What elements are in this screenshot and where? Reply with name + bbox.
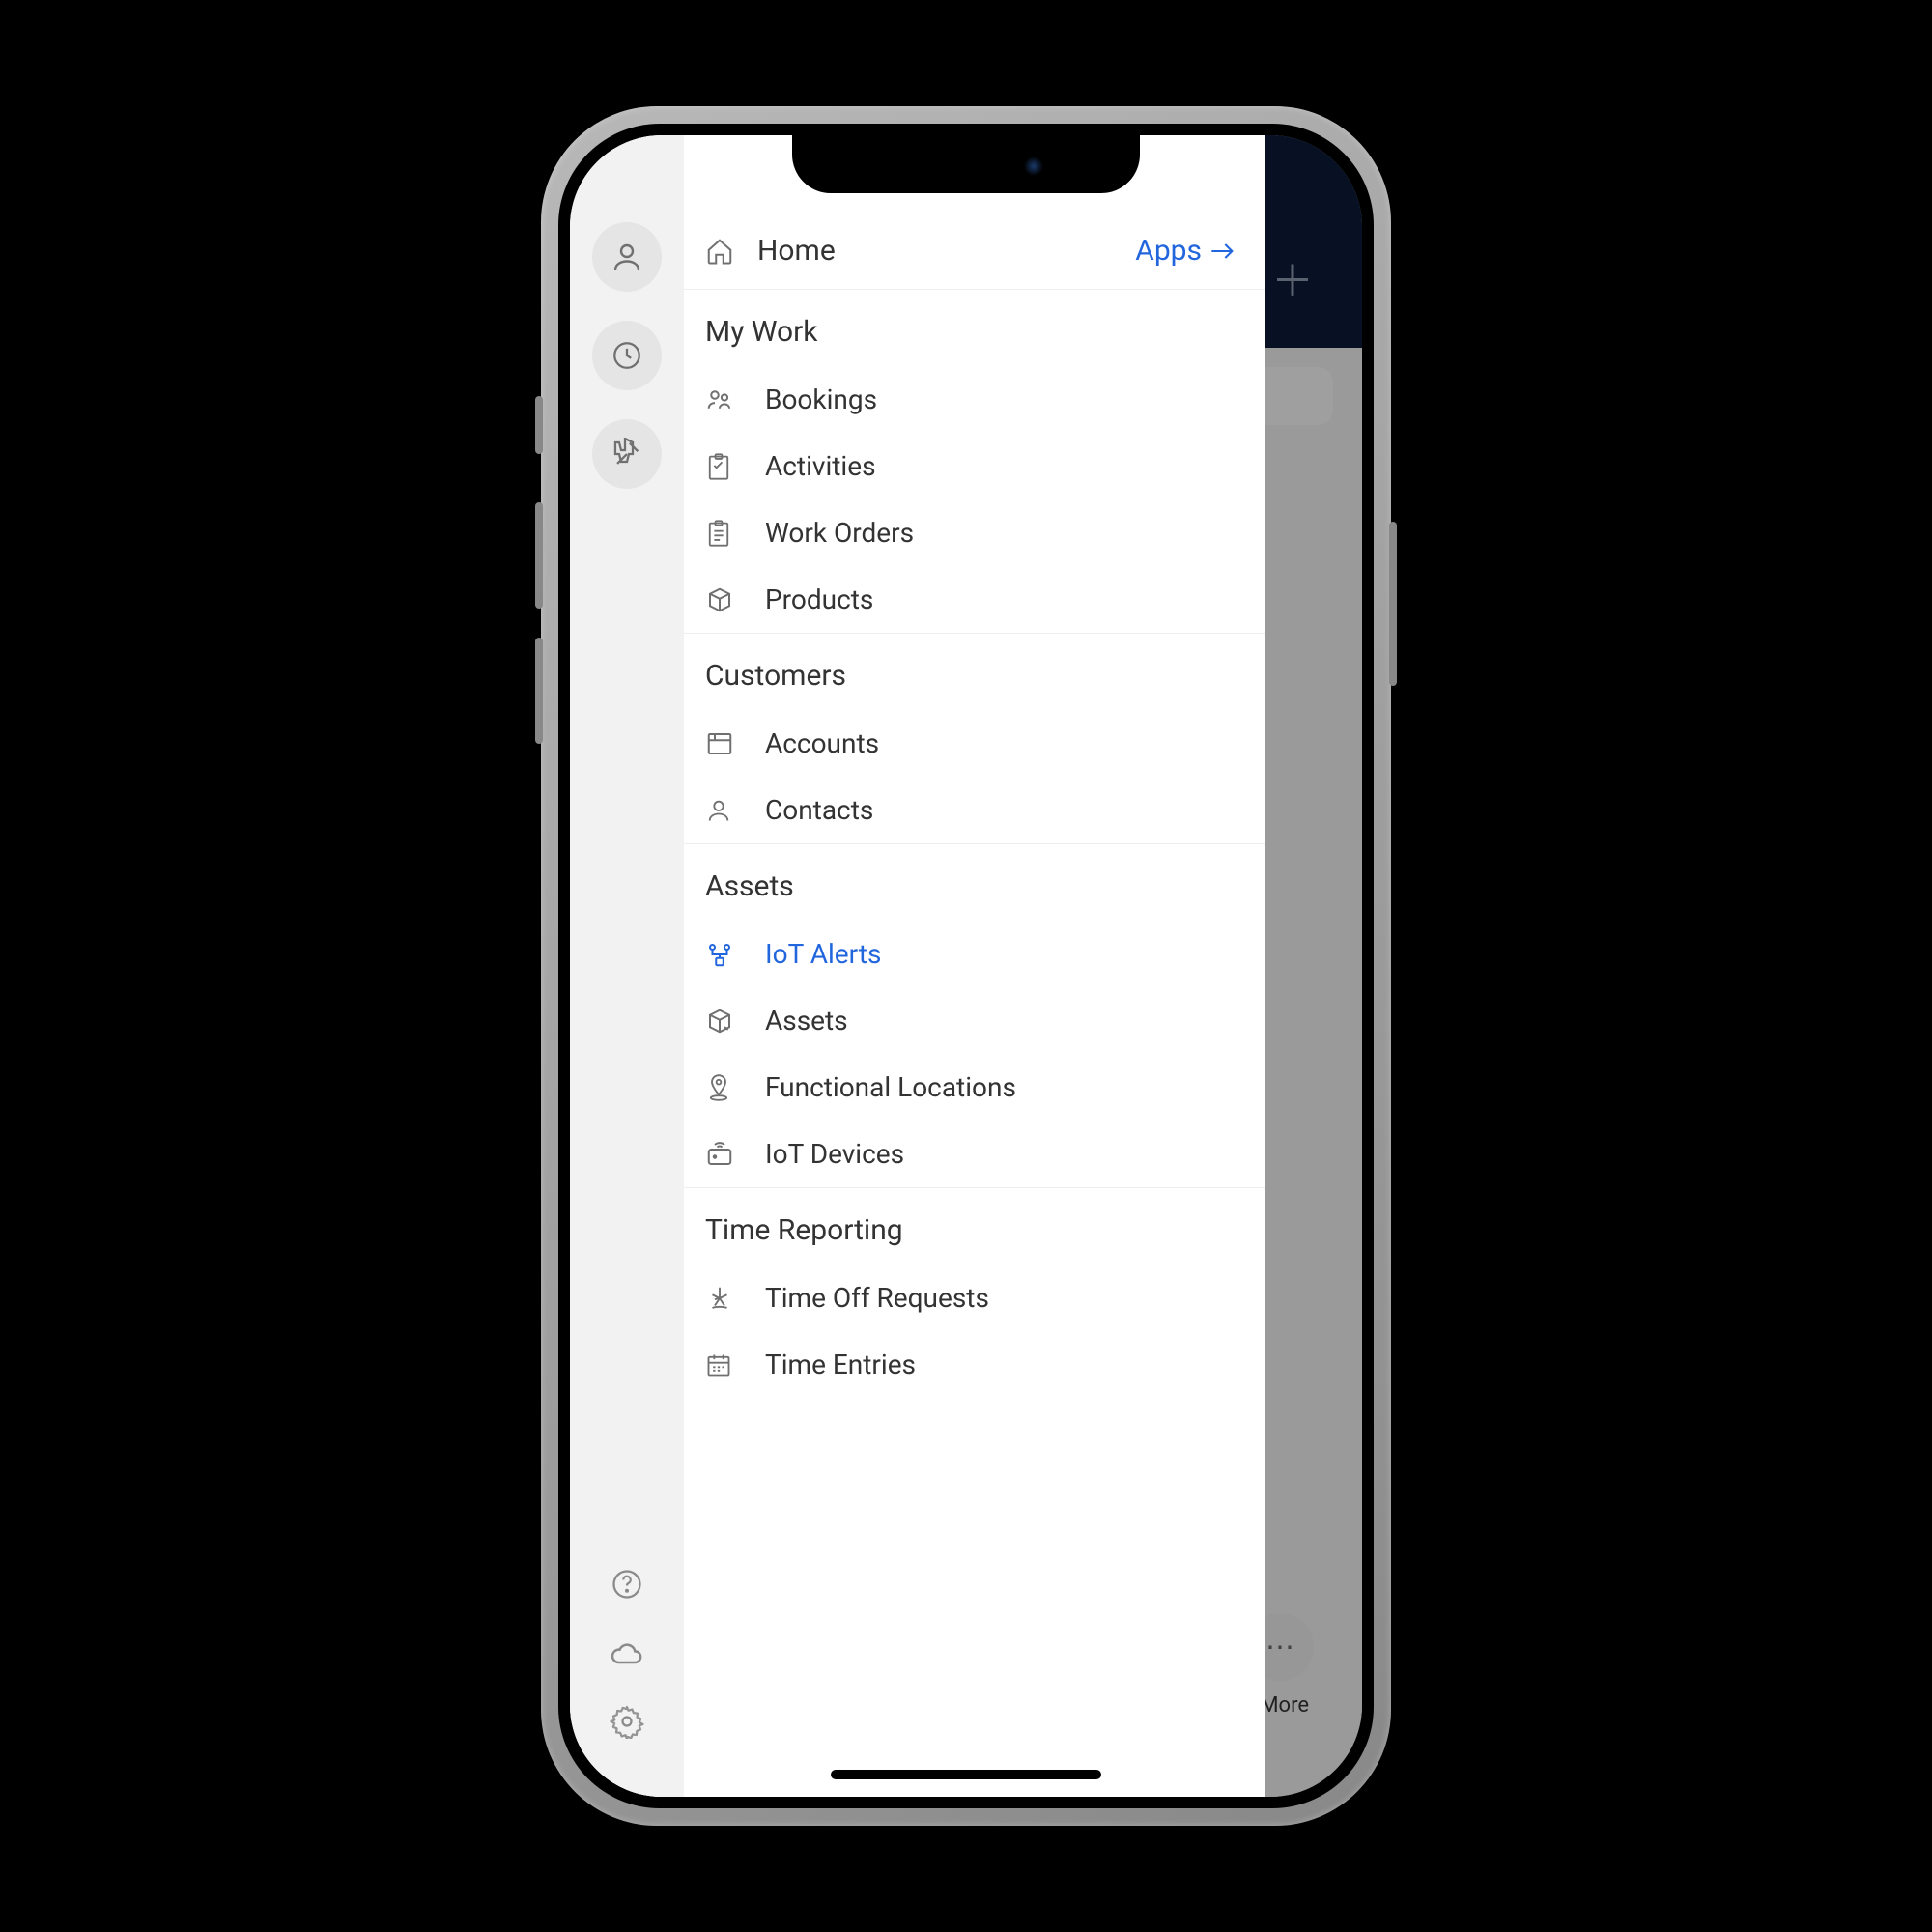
nav-item-label: Functional Locations xyxy=(744,1071,1016,1103)
nav-time-entries[interactable]: Time Entries xyxy=(684,1331,1265,1398)
nav-home[interactable]: Home Apps xyxy=(684,213,1265,290)
nav-rail xyxy=(570,135,684,1797)
apps-link[interactable]: Apps xyxy=(1135,234,1236,268)
activities-icon xyxy=(705,452,744,481)
nav-iot-alerts[interactable]: IoT Alerts xyxy=(684,921,1265,987)
nav-accounts[interactable]: Accounts xyxy=(684,710,1265,777)
nav-item-label: Work Orders xyxy=(744,517,914,549)
nav-drawer: Home Apps My Work xyxy=(570,135,1265,1797)
help-icon xyxy=(610,1567,644,1602)
section-my-work: My Work xyxy=(684,290,1265,366)
help-button[interactable] xyxy=(610,1567,644,1602)
nav-item-label: IoT Devices xyxy=(744,1138,904,1170)
work-orders-icon xyxy=(705,519,744,548)
section-time-reporting: Time Reporting xyxy=(684,1188,1265,1264)
nav-item-label: Contacts xyxy=(744,794,873,826)
location-icon xyxy=(705,1072,744,1103)
nav-item-label: Time Off Requests xyxy=(744,1282,989,1314)
mute-switch xyxy=(535,396,543,454)
nav-bookings[interactable]: Bookings xyxy=(684,366,1265,433)
nav-functional-locations[interactable]: Functional Locations xyxy=(684,1054,1265,1121)
bookings-icon xyxy=(705,385,744,414)
gear-icon xyxy=(610,1704,644,1739)
iot-devices-icon xyxy=(705,1142,744,1167)
iot-alerts-icon xyxy=(705,940,744,969)
volume-down-button xyxy=(535,638,543,744)
clock-icon xyxy=(611,339,643,372)
time-off-icon xyxy=(705,1284,744,1313)
phone-frame: ＋ ⋯ More xyxy=(541,106,1391,1826)
calendar-icon xyxy=(705,1351,744,1378)
apps-label: Apps xyxy=(1135,234,1202,268)
nav-contacts[interactable]: Contacts xyxy=(684,777,1265,843)
cloud-button[interactable] xyxy=(608,1638,646,1667)
nav-item-label: Assets xyxy=(744,1005,848,1037)
phone-notch xyxy=(792,135,1140,193)
nav-iot-devices[interactable]: IoT Devices xyxy=(684,1121,1265,1187)
nav-item-label: IoT Alerts xyxy=(744,938,881,970)
assets-icon xyxy=(705,1007,744,1036)
nav-item-label: Time Entries xyxy=(744,1349,916,1380)
nav-list[interactable]: Home Apps My Work xyxy=(684,135,1265,1797)
nav-item-label: Products xyxy=(744,583,873,615)
arrow-right-icon xyxy=(1209,242,1236,261)
nav-assets[interactable]: Assets xyxy=(684,987,1265,1054)
nav-time-off-requests[interactable]: Time Off Requests xyxy=(684,1264,1265,1331)
accounts-icon xyxy=(705,730,744,757)
pinned-button[interactable] xyxy=(592,419,662,489)
pin-icon xyxy=(611,438,643,470)
contacts-icon xyxy=(705,796,744,825)
home-icon xyxy=(705,237,744,266)
nav-products[interactable]: Products xyxy=(684,566,1265,633)
nav-item-label: Bookings xyxy=(744,384,877,415)
section-customers: Customers xyxy=(684,634,1265,710)
nav-item-label: Activities xyxy=(744,450,876,482)
products-icon xyxy=(705,585,744,614)
profile-button[interactable] xyxy=(592,222,662,292)
settings-button[interactable] xyxy=(610,1704,644,1739)
home-indicator[interactable] xyxy=(831,1770,1101,1779)
section-assets: Assets xyxy=(684,844,1265,921)
nav-work-orders[interactable]: Work Orders xyxy=(684,499,1265,566)
cloud-icon xyxy=(608,1638,646,1667)
person-icon xyxy=(610,240,644,274)
home-label: Home xyxy=(744,234,1135,268)
recent-button[interactable] xyxy=(592,321,662,390)
nav-activities[interactable]: Activities xyxy=(684,433,1265,499)
nav-item-label: Accounts xyxy=(744,727,879,759)
power-button xyxy=(1389,522,1397,686)
volume-up-button xyxy=(535,502,543,609)
phone-screen: ＋ ⋯ More xyxy=(570,135,1362,1797)
